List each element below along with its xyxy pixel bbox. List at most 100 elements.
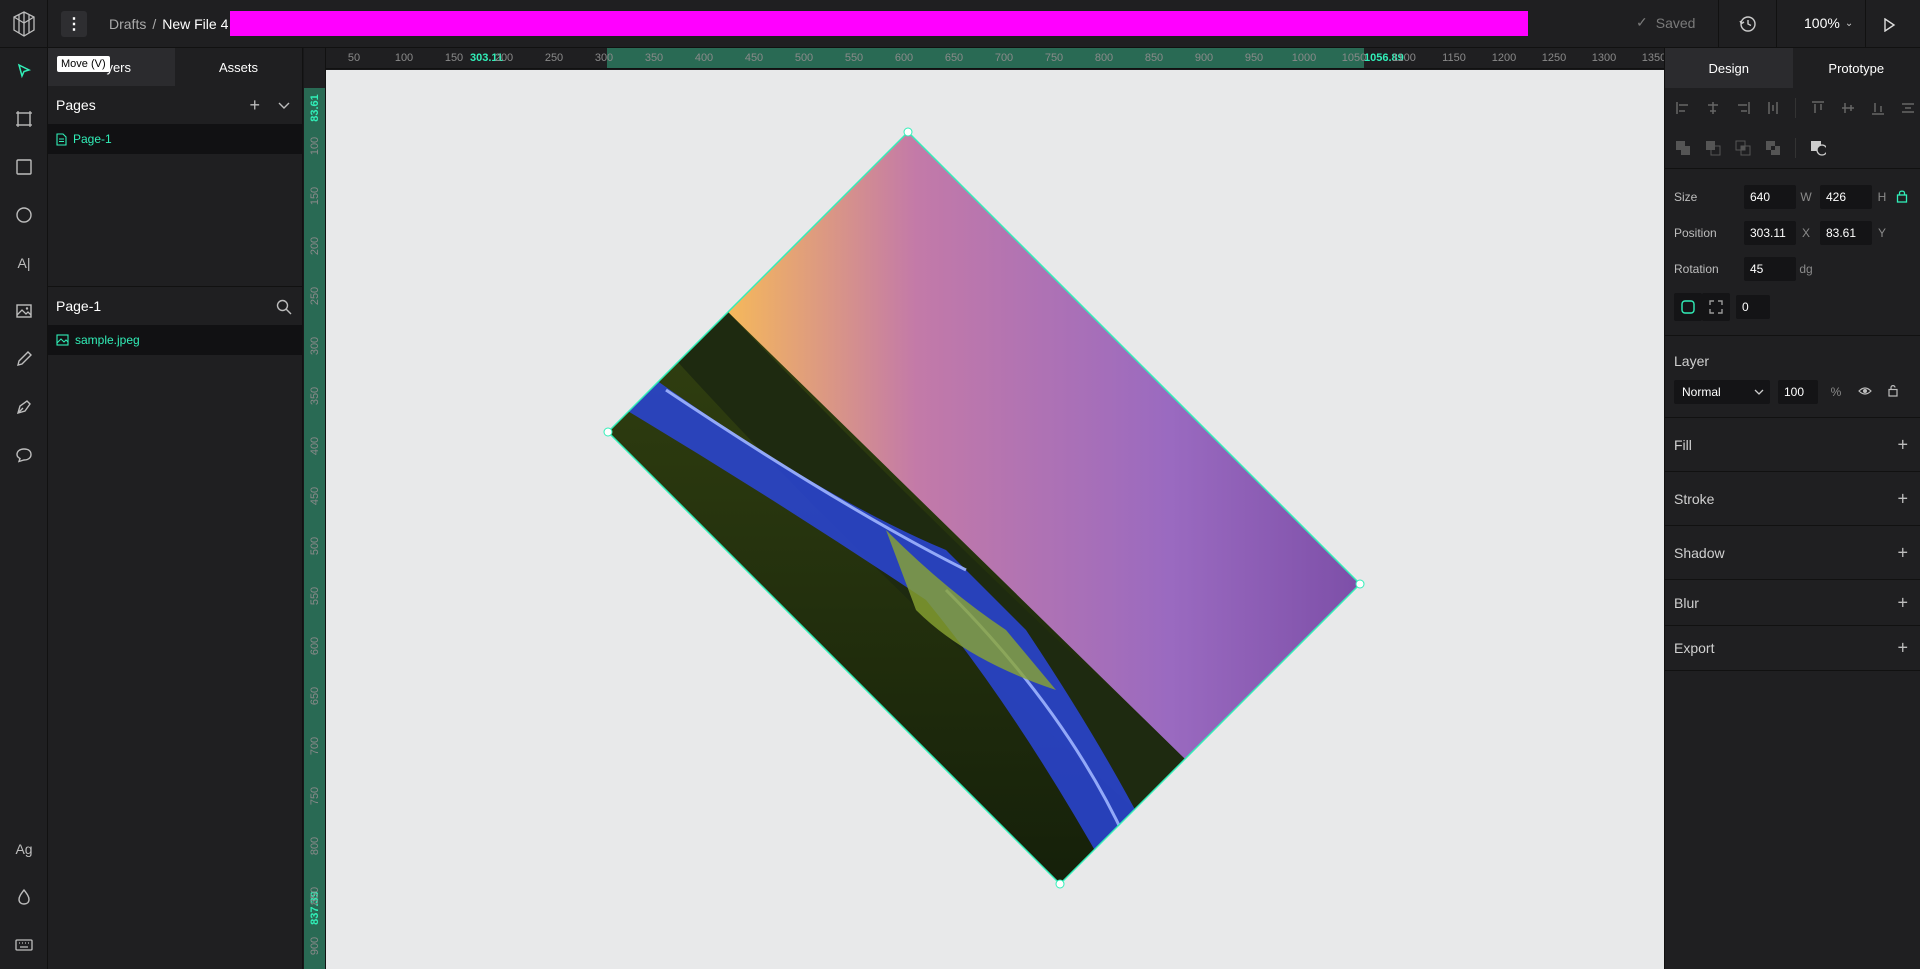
height-input[interactable]: 426 [1820, 185, 1872, 209]
width-unit: W [1800, 190, 1812, 204]
radius-individual-button[interactable] [1702, 293, 1730, 321]
rotation-input[interactable]: 45 [1744, 257, 1796, 281]
ellipse-icon [16, 207, 32, 223]
tab-assets[interactable]: Assets [175, 48, 302, 86]
text-icon: A| [17, 255, 31, 271]
export-section[interactable]: Export + [1665, 625, 1920, 671]
distribute-h-icon[interactable] [1765, 100, 1781, 116]
align-center-v-icon[interactable] [1840, 100, 1856, 116]
ruler-tick: 350 [309, 386, 321, 406]
blur-section[interactable]: Blur + [1665, 579, 1920, 625]
add-fill-icon[interactable]: + [1897, 434, 1908, 455]
difference-icon[interactable] [1705, 140, 1721, 156]
opacity-unit: % [1830, 385, 1842, 399]
blend-mode-select[interactable]: Normal [1674, 380, 1770, 404]
ruler-tick: 900 [309, 936, 321, 956]
ruler-tick: 450 [744, 52, 764, 64]
sample-image[interactable] [608, 132, 1360, 884]
lock-icon[interactable] [1896, 189, 1908, 206]
resize-handle[interactable] [1355, 579, 1365, 589]
radius-input[interactable]: 0 [1736, 295, 1770, 319]
tab-prototype[interactable]: Prototype [1793, 48, 1920, 88]
layer-label: sample.jpeg [75, 333, 140, 347]
ellipse-tool[interactable] [8, 199, 40, 231]
distribute-v-icon[interactable] [1900, 100, 1916, 116]
path-tool[interactable] [8, 391, 40, 423]
typography-tool[interactable]: Ag [8, 833, 40, 865]
shadow-label: Shadow [1674, 544, 1725, 561]
canvas-drawing [603, 127, 1365, 889]
comments-tool[interactable] [8, 439, 40, 471]
align-right-icon[interactable] [1735, 100, 1751, 116]
unlock-icon[interactable] [1888, 384, 1898, 400]
ruler-tick: 800 [1094, 52, 1114, 64]
flatten-icon[interactable] [1810, 140, 1826, 156]
ruler-tick: 800 [309, 836, 321, 856]
text-tool[interactable]: A| [8, 247, 40, 279]
file-name[interactable]: New File 4 [162, 16, 228, 32]
eye-icon[interactable] [1858, 385, 1872, 399]
ruler-tick: 650 [944, 52, 964, 64]
width-input[interactable]: 640 [1744, 185, 1796, 209]
opacity-input[interactable]: 100 [1778, 380, 1818, 404]
resize-handle[interactable] [603, 427, 613, 437]
ruler-tick: 650 [309, 686, 321, 706]
y-input[interactable]: 83.61 [1820, 221, 1872, 245]
ruler-tick: 1300 [1591, 52, 1617, 64]
page-item[interactable]: Page-1 [48, 124, 302, 154]
radius-all-button[interactable] [1674, 293, 1702, 321]
add-stroke-icon[interactable]: + [1897, 488, 1908, 509]
ruler-tick: 850 [1144, 52, 1164, 64]
ruler-tick: 700 [994, 52, 1014, 64]
ruler-tick: 600 [894, 52, 914, 64]
fill-section[interactable]: Fill + [1665, 417, 1920, 471]
x-input[interactable]: 303.11 [1744, 221, 1796, 245]
play-button[interactable] [1876, 12, 1902, 38]
app-logo[interactable] [0, 0, 48, 48]
resize-handle[interactable] [1055, 879, 1065, 889]
layer-row: Normal 100 % [1665, 375, 1920, 409]
chevron-down-icon[interactable] [278, 97, 290, 113]
stroke-section[interactable]: Stroke + [1665, 471, 1920, 525]
main-menu-button[interactable]: ⋮ [61, 10, 87, 37]
resize-handle[interactable] [903, 127, 913, 137]
layers-header: Page-1 [48, 287, 302, 325]
ruler-tick: 450 [309, 486, 321, 506]
ruler-tick: 1200 [1491, 52, 1517, 64]
shadow-section[interactable]: Shadow + [1665, 525, 1920, 579]
add-export-icon[interactable]: + [1897, 638, 1908, 659]
page-label: Page-1 [73, 132, 112, 146]
align-top-icon[interactable] [1810, 100, 1826, 116]
check-icon: ✓ [1636, 14, 1648, 30]
canvas[interactable] [326, 70, 1664, 969]
align-center-h-icon[interactable] [1705, 100, 1721, 116]
board-tool[interactable] [8, 103, 40, 135]
radius-row: 0 [1665, 287, 1920, 327]
align-left-icon[interactable] [1675, 100, 1691, 116]
shortcuts-tool[interactable] [8, 929, 40, 961]
layer-item[interactable]: sample.jpeg [48, 325, 302, 355]
rectangle-tool[interactable] [8, 151, 40, 183]
align-bottom-icon[interactable] [1870, 100, 1886, 116]
intersection-icon[interactable] [1735, 140, 1751, 156]
image-tool[interactable] [8, 295, 40, 327]
search-icon[interactable] [276, 299, 292, 318]
breadcrumb-drafts[interactable]: Drafts [109, 16, 146, 32]
pencil-tool[interactable] [8, 343, 40, 375]
saved-label: Saved [1655, 14, 1696, 31]
zoom-dropdown[interactable]: 100% ⌄ [1804, 15, 1853, 31]
exclude-icon[interactable] [1765, 140, 1781, 156]
ruler-tick: 1100 [1392, 52, 1416, 64]
ruler-tick: 500 [794, 52, 814, 64]
union-icon[interactable] [1675, 140, 1691, 156]
add-blur-icon[interactable]: + [1897, 592, 1908, 613]
add-shadow-icon[interactable]: + [1897, 542, 1908, 563]
add-page-icon[interactable]: + [249, 95, 260, 116]
tab-design[interactable]: Design [1665, 48, 1793, 88]
move-tool[interactable] [8, 55, 40, 87]
divider [1865, 0, 1866, 48]
history-button[interactable] [1735, 11, 1761, 37]
ruler-tick: 300 [309, 336, 321, 356]
image-icon [56, 334, 69, 346]
color-palette-tool[interactable] [8, 881, 40, 913]
